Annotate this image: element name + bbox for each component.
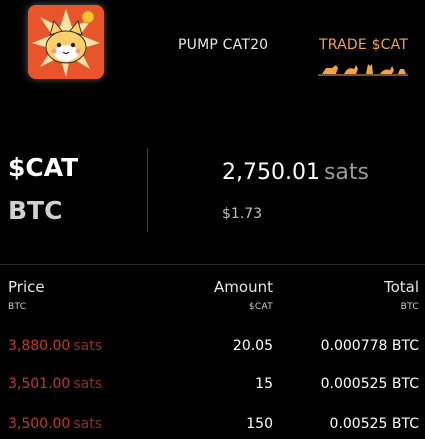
row-total: 0.000778 BTC bbox=[320, 338, 419, 354]
row-price: 3,500.00 sats bbox=[8, 416, 102, 432]
token-symbol: $CAT bbox=[8, 153, 79, 182]
token-price-panel: $CAT BTC 2,750.01 sats $1.73 bbox=[0, 140, 425, 240]
row-price-value: 3,501.00 bbox=[8, 376, 71, 392]
col-subheader-price: BTC bbox=[8, 302, 27, 312]
row-amount: 20.05 bbox=[232, 338, 273, 354]
row-amount: 15 bbox=[255, 376, 273, 392]
row-price-unit: sats bbox=[73, 416, 102, 432]
nav-pump-cat20[interactable]: PUMP CAT20 bbox=[178, 37, 268, 53]
row-price-unit: sats bbox=[73, 376, 102, 392]
cats-silhouette-icon bbox=[318, 64, 408, 76]
orderbook-row[interactable]: 3,500.00 sats 150 0.00525 BTC bbox=[0, 416, 425, 438]
divider bbox=[147, 148, 148, 232]
token-price: 2,750.01 sats bbox=[222, 160, 369, 185]
col-header-price: Price bbox=[8, 278, 45, 296]
quote-symbol: BTC bbox=[8, 196, 63, 225]
section-divider bbox=[0, 264, 425, 265]
row-total: 0.000525 BTC bbox=[320, 376, 419, 392]
header: PUMP CAT20 TRADE $CAT bbox=[0, 0, 425, 96]
cat-logo-icon[interactable] bbox=[28, 5, 104, 79]
row-price: 3,880.00 sats bbox=[8, 338, 102, 354]
row-price-value: 3,500.00 bbox=[8, 416, 71, 432]
usd-price: $1.73 bbox=[222, 206, 263, 222]
price-value: 2,750.01 bbox=[222, 160, 320, 185]
row-price-value: 3,880.00 bbox=[8, 338, 71, 354]
col-header-amount: Amount bbox=[214, 278, 273, 296]
col-subheader-amount: $CAT bbox=[248, 302, 273, 312]
col-header-total: Total bbox=[383, 278, 419, 296]
row-amount: 150 bbox=[246, 416, 273, 432]
orderbook-row[interactable]: 3,501.00 sats 15 0.000525 BTC bbox=[0, 376, 425, 398]
price-unit: sats bbox=[323, 160, 369, 185]
col-subheader-total: BTC bbox=[400, 302, 419, 312]
nav-trade-cat[interactable]: TRADE $CAT bbox=[319, 37, 408, 53]
orderbook-row[interactable]: 3,880.00 sats 20.05 0.000778 BTC bbox=[0, 338, 425, 360]
row-price-unit: sats bbox=[73, 338, 102, 354]
row-total: 0.00525 BTC bbox=[329, 416, 419, 432]
row-price: 3,501.00 sats bbox=[8, 376, 102, 392]
